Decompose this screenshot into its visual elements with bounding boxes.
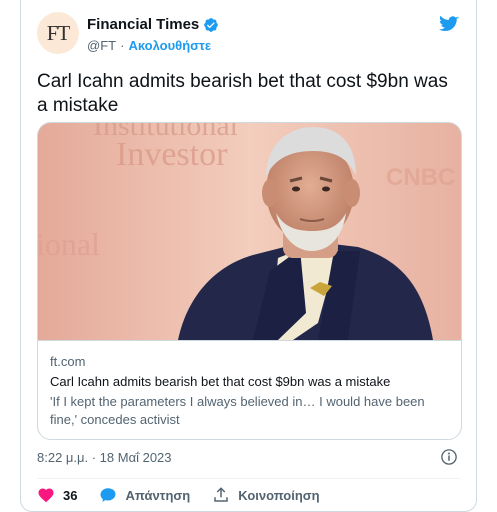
tweet-header: FT Financial Times @FT · Ακολουθήστε	[37, 12, 460, 60]
author-name-row: Financial Times	[87, 16, 219, 33]
tweet-text: Carl Icahn admits bearish bet that cost …	[37, 71, 448, 116]
link-preview-meta[interactable]: ft.com Carl Icahn admits bearish bet tha…	[38, 340, 461, 439]
separator-dot: ·	[120, 38, 125, 53]
action-bar: 36 Απάντηση Κοινοποίηση	[37, 485, 342, 505]
info-icon[interactable]	[440, 448, 458, 466]
divider	[37, 478, 460, 479]
share-icon	[214, 487, 228, 502]
photo-illustration: Institutional Investor ional CNBC	[38, 123, 461, 340]
heart-icon	[38, 488, 54, 503]
like-count: 36	[63, 487, 78, 503]
share-label: Κοινοποίηση	[238, 487, 320, 503]
verified-badge-icon	[204, 17, 219, 32]
follow-button[interactable]: Ακολουθήστε	[128, 38, 211, 53]
link-domain: ft.com	[50, 354, 86, 369]
like-button[interactable]: 36	[37, 486, 77, 504]
tweet-card: FT Financial Times @FT · Ακολουθήστε Car…	[20, 0, 477, 512]
backdrop-text-2: Investor	[116, 136, 228, 173]
link-title: Carl Icahn admits bearish bet that cost …	[50, 374, 391, 389]
author-handle[interactable]: @FT	[87, 38, 116, 53]
backdrop-text-4: CNBC	[386, 164, 455, 191]
avatar-logo: FT	[46, 20, 70, 45]
link-description: 'If I kept the parameters I always belie…	[50, 394, 425, 427]
author-name[interactable]: Financial Times	[87, 16, 199, 33]
backdrop-text-3: ional	[38, 226, 100, 262]
article-photo[interactable]: Institutional Investor ional CNBC	[38, 123, 461, 340]
reply-label: Απάντηση	[125, 487, 191, 503]
twitter-bird-icon[interactable]	[438, 14, 460, 34]
link-preview-card[interactable]: Institutional Investor ional CNBC ft.com…	[37, 122, 462, 440]
share-button[interactable]: Κοινοποίηση	[212, 486, 320, 504]
avatar[interactable]: FT	[37, 12, 79, 54]
reply-button[interactable]: Απάντηση	[99, 486, 190, 504]
author-handle-row: @FT · Ακολουθήστε	[87, 38, 211, 53]
tweet-timestamp[interactable]: 8:22 μ.μ. · 18 Μαΐ 2023	[37, 450, 172, 465]
speech-bubble-icon	[100, 488, 116, 502]
